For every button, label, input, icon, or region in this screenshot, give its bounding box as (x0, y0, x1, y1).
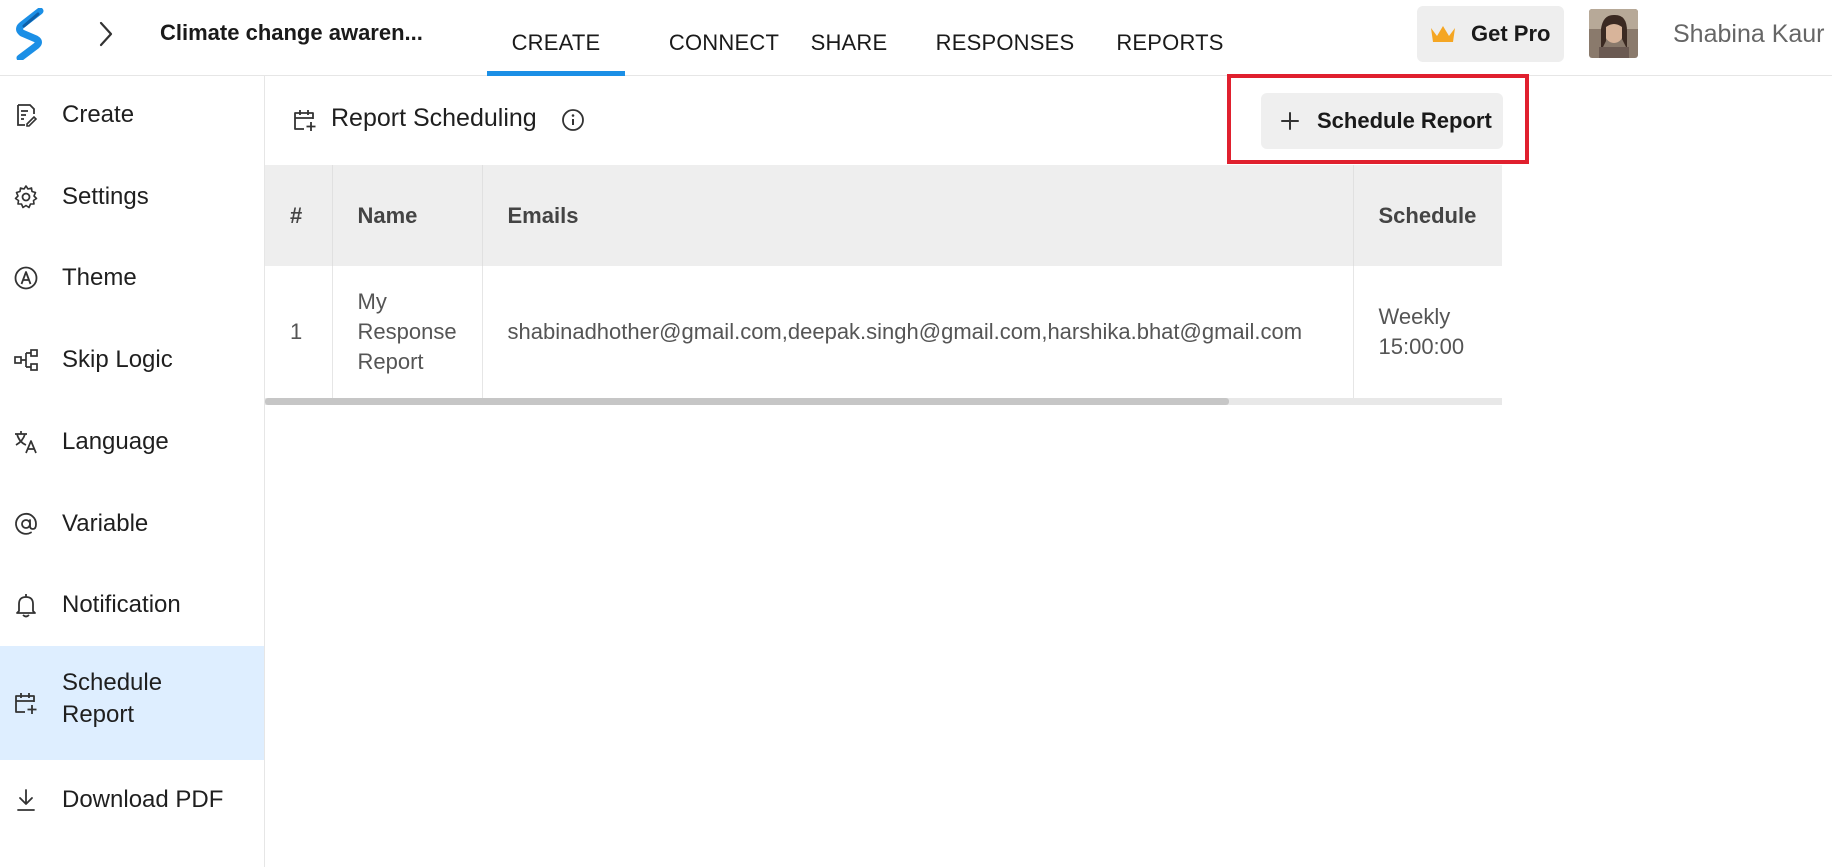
sidebar-item-label: Language (62, 428, 169, 455)
table-row[interactable]: 1 My Response Report shabinadhother@gmai… (265, 266, 1502, 399)
get-pro-label: Get Pro (1471, 21, 1551, 46)
sidebar-item-label: Create (62, 101, 135, 128)
main-tabs: CREATE CONNECT SHARE RESPONSES REPORTS (487, 0, 1227, 76)
info-icon[interactable] (561, 108, 585, 132)
tab-share[interactable]: SHARE (805, 0, 893, 76)
sidebar-item-schedule-report[interactable]: Schedule Report (0, 646, 264, 760)
column-header-index: # (265, 165, 333, 266)
sidebar-item-notification[interactable]: Notification (0, 575, 264, 635)
crown-icon (1431, 26, 1455, 42)
at-sign-icon (15, 512, 37, 535)
sidebar-item-skip-logic[interactable]: Skip Logic (0, 330, 264, 390)
sidebar-item-create[interactable]: Create (0, 85, 264, 145)
sidebar-item-download-pdf[interactable]: Download PDF (0, 770, 264, 830)
report-table: # Name Emails Schedule 1 My Response Rep… (265, 165, 1502, 405)
row-schedule: Weekly 15:00:00 (1353, 266, 1502, 399)
chevron-right-icon[interactable] (96, 20, 116, 48)
gear-icon (14, 185, 38, 209)
skip-logic-icon (14, 349, 38, 371)
calendar-add-icon (15, 693, 37, 714)
schedule-report-button[interactable]: Schedule Report (1261, 93, 1503, 149)
scrollbar-thumb[interactable] (265, 398, 1229, 405)
sidebar-item-variable[interactable]: Variable (0, 494, 264, 554)
get-pro-button[interactable]: Get Pro (1417, 6, 1564, 62)
page-title: Report Scheduling (331, 104, 537, 132)
table-header-row: # Name Emails Schedule (265, 165, 1502, 266)
sidebar-item-theme[interactable]: Theme (0, 248, 264, 308)
plus-icon (1281, 112, 1299, 130)
sidebar-item-label: Download PDF (62, 786, 224, 813)
top-bar: Climate change awaren... CREATE CONNECT … (0, 0, 1832, 76)
app-logo-icon[interactable] (14, 8, 46, 60)
column-header-name: Name (332, 165, 483, 266)
sidebar-item-label: Skip Logic (62, 346, 173, 373)
row-emails: shabinadhother@gmail.com,deepak.singh@gm… (482, 266, 1354, 399)
avatar[interactable] (1589, 9, 1638, 58)
tab-connect[interactable]: CONNECT (655, 0, 793, 76)
translate-icon (15, 431, 37, 454)
sidebar-item-label: Schedule Report (62, 669, 163, 728)
download-icon (17, 789, 35, 811)
tab-reports[interactable]: REPORTS (1113, 0, 1227, 76)
calendar-add-icon (294, 110, 316, 131)
sidebar-item-label: Settings (62, 183, 149, 210)
column-header-emails: Emails (482, 165, 1354, 266)
form-edit-icon (17, 104, 38, 127)
theme-icon (14, 266, 38, 290)
sidebar-item-label: Notification (62, 591, 181, 618)
row-name: My Response Report (332, 266, 483, 399)
sidebar-item-settings[interactable]: Settings (0, 167, 264, 227)
sidebar-item-label: Variable (62, 510, 149, 537)
user-name[interactable]: Shabina Kaur (1673, 20, 1825, 49)
sidebar-item-label: Theme (62, 264, 137, 291)
form-title[interactable]: Climate change awaren... (160, 20, 423, 46)
sidebar: Create Settings Theme Skip Logic Languag… (0, 76, 265, 867)
sidebar-item-language[interactable]: Language (0, 412, 264, 472)
schedule-report-label: Schedule Report (1317, 108, 1492, 133)
tab-responses[interactable]: RESPONSES (935, 0, 1075, 76)
horizontal-scrollbar[interactable] (265, 398, 1502, 405)
bell-icon (16, 594, 36, 618)
column-header-schedule: Schedule (1353, 165, 1502, 266)
row-index: 1 (265, 266, 333, 399)
tab-create[interactable]: CREATE (487, 0, 625, 76)
